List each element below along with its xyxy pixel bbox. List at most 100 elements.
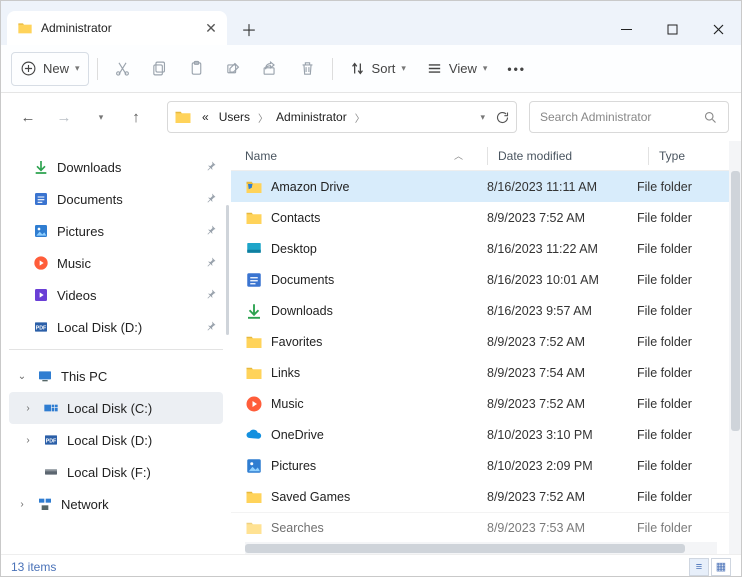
tree-item-label: This PC [61, 369, 107, 384]
tree-item[interactable]: › Local Disk (C:) [9, 392, 223, 424]
back-button[interactable]: ← [13, 102, 43, 132]
breadcrumb-administrator[interactable]: Administrator [272, 108, 351, 126]
expand-toggle[interactable]: › [21, 435, 35, 446]
pin-icon [205, 288, 217, 303]
tree-item-label: Local Disk (F:) [67, 465, 151, 480]
file-row[interactable]: Favorites8/9/2023 7:52 AMFile folder [231, 326, 729, 357]
file-row[interactable]: Amazon Drive8/16/2023 11:11 AMFile folde… [231, 171, 729, 202]
pc-icon [37, 368, 53, 384]
column-divider[interactable] [648, 147, 649, 165]
quick-access-item[interactable]: Downloads [9, 151, 223, 183]
file-date: 8/9/2023 7:52 AM [487, 335, 637, 349]
column-header-name[interactable]: Name ︿ [245, 149, 487, 163]
tree-item[interactable]: ›Network [9, 488, 223, 520]
pin-icon [205, 224, 217, 239]
file-name: Documents [271, 273, 334, 287]
file-row[interactable]: Music8/9/2023 7:52 AMFile folder [231, 388, 729, 419]
scrollbar-thumb[interactable] [245, 544, 685, 553]
view-button[interactable]: View ▾ [418, 52, 495, 86]
close-window-button[interactable] [695, 13, 741, 45]
file-row[interactable]: Searches8/9/2023 7:53 AMFile folder [231, 512, 729, 542]
file-type: File folder [637, 366, 729, 380]
rename-icon [225, 60, 242, 77]
tree-item[interactable]: › Local Disk (D:) [9, 424, 223, 456]
file-row[interactable]: Contacts8/9/2023 7:52 AMFile folder [231, 202, 729, 233]
file-row[interactable]: Downloads8/16/2023 9:57 AMFile folder [231, 295, 729, 326]
chevron-right-icon[interactable]: 〉 [256, 110, 270, 125]
quick-access-item[interactable]: Pictures [9, 215, 223, 247]
amazon-icon [245, 178, 263, 196]
share-button[interactable] [254, 52, 287, 86]
chevron-right-icon[interactable]: 〉 [353, 110, 367, 125]
file-row[interactable]: OneDrive8/10/2023 3:10 PMFile folder [231, 419, 729, 450]
maximize-button[interactable] [649, 13, 695, 45]
sort-label: Sort [372, 61, 396, 76]
recent-dropdown[interactable]: ▾ [85, 102, 115, 132]
sort-button[interactable]: Sort ▾ [341, 52, 414, 86]
file-type: File folder [637, 459, 729, 473]
address-history-dropdown[interactable]: ▾ [480, 112, 485, 123]
folder-icon [245, 488, 263, 506]
tree-item-label: Local Disk (C:) [67, 401, 152, 416]
tab-close-button[interactable]: ✕ [203, 20, 219, 36]
diskpdf-icon [43, 432, 59, 448]
more-button[interactable]: ••• [499, 52, 534, 86]
column-header-date[interactable]: Date modified [498, 149, 648, 163]
file-row[interactable]: Links8/9/2023 7:54 AMFile folder [231, 357, 729, 388]
sidebar-scrollbar[interactable] [226, 205, 229, 335]
search-input[interactable] [540, 110, 703, 124]
refresh-button[interactable] [495, 110, 510, 125]
rename-button[interactable] [217, 52, 250, 86]
copy-icon [151, 60, 168, 77]
paste-icon [188, 60, 205, 77]
vertical-scrollbar[interactable] [729, 141, 741, 554]
file-name: Pictures [271, 459, 316, 473]
sidebar-item-label: Downloads [57, 160, 121, 175]
chevron-down-icon: ▾ [75, 63, 80, 74]
active-tab[interactable]: Administrator ✕ [7, 11, 227, 45]
copy-button[interactable] [143, 52, 176, 86]
delete-button[interactable] [291, 52, 324, 86]
minimize-button[interactable] [603, 13, 649, 45]
file-row[interactable]: Documents8/16/2023 10:01 AMFile folder [231, 264, 729, 295]
file-row[interactable]: Desktop8/16/2023 11:22 AMFile folder [231, 233, 729, 264]
column-header-type[interactable]: Type [659, 149, 729, 163]
expand-toggle[interactable]: › [21, 403, 35, 414]
new-tab-button[interactable]: ＋ [233, 13, 265, 45]
quick-access-item[interactable]: Music [9, 247, 223, 279]
quick-access-item[interactable]: Local Disk (D:) [9, 311, 223, 343]
chevron-down-icon: ▾ [483, 63, 488, 74]
file-row[interactable]: Saved Games8/9/2023 7:52 AMFile folder [231, 481, 729, 512]
tree-item[interactable]: ›Local Disk (F:) [9, 456, 223, 488]
folder-icon [174, 108, 192, 126]
breadcrumb-users[interactable]: Users [215, 108, 254, 126]
thumbnails-view-button[interactable]: ▦ [711, 558, 731, 576]
file-type: File folder [637, 335, 729, 349]
divider [332, 58, 333, 80]
breadcrumb-overflow[interactable]: « [198, 108, 213, 126]
scrollbar-thumb[interactable] [731, 171, 740, 431]
new-button[interactable]: New ▾ [11, 52, 89, 86]
address-bar[interactable]: « Users 〉 Administrator 〉 ▾ [167, 101, 517, 133]
quick-access-item[interactable]: Documents [9, 183, 223, 215]
up-button[interactable]: ↑ [121, 102, 151, 132]
column-divider[interactable] [487, 147, 488, 165]
tree-item[interactable]: ⌄ This PC [9, 360, 223, 392]
titlebar: Administrator ✕ ＋ [1, 1, 741, 45]
cut-button[interactable] [106, 52, 139, 86]
file-type: File folder [637, 490, 729, 504]
quick-access-item[interactable]: Videos [9, 279, 223, 311]
search-box[interactable] [529, 101, 729, 133]
tree-item-label: Local Disk (D:) [67, 433, 152, 448]
forward-button[interactable]: → [49, 102, 79, 132]
file-row[interactable]: Pictures8/10/2023 2:09 PMFile folder [231, 450, 729, 481]
expand-toggle[interactable]: › [15, 499, 29, 510]
expand-toggle[interactable]: ⌄ [15, 371, 29, 382]
folder-icon [245, 519, 263, 537]
file-date: 8/9/2023 7:52 AM [487, 211, 637, 225]
details-view-button[interactable]: ≡ [689, 558, 709, 576]
file-list-pane: Name ︿ Date modified Type Amazon Drive8/… [231, 141, 741, 554]
horizontal-scrollbar[interactable] [245, 542, 717, 554]
paste-button[interactable] [180, 52, 213, 86]
trash-icon [299, 60, 316, 77]
